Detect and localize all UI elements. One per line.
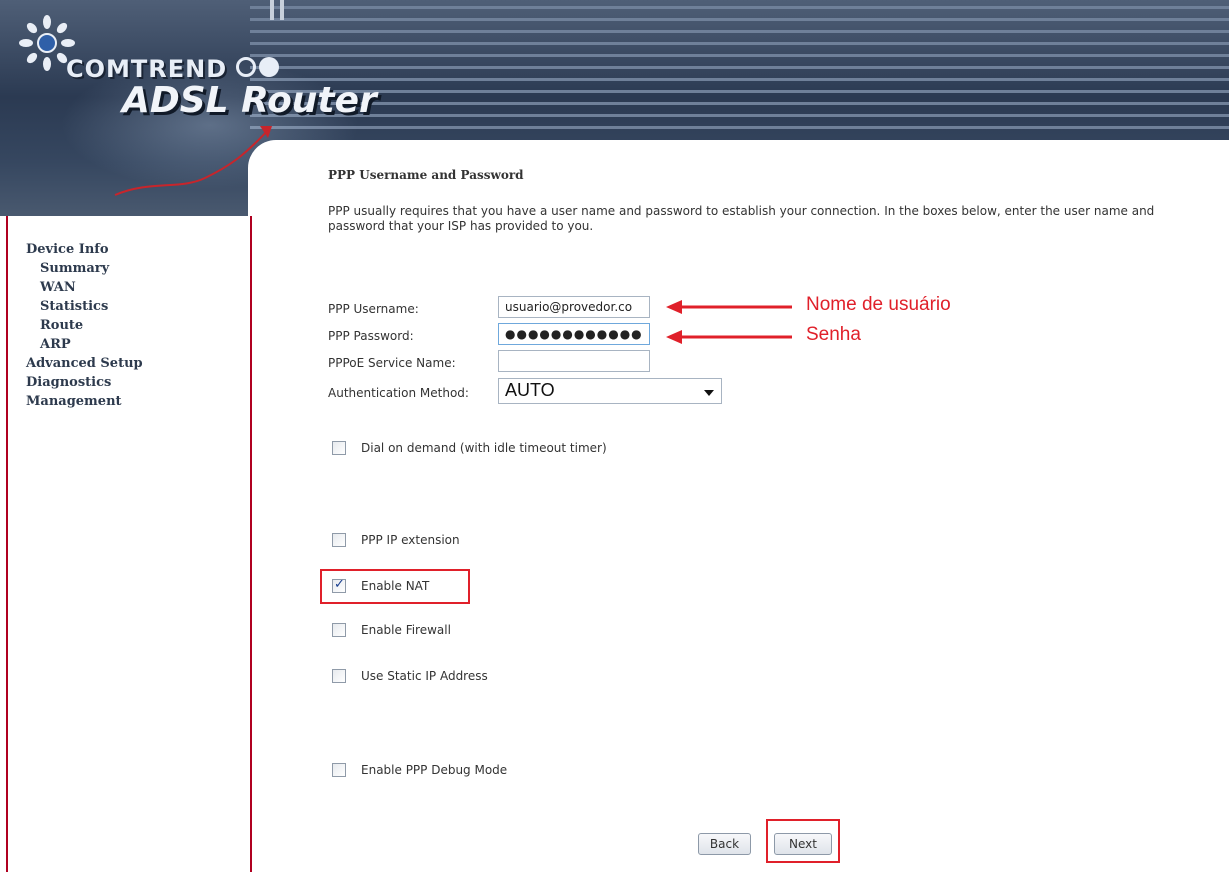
ppp-ip-extension-checkbox[interactable] [332,533,346,547]
enable-nat-checkbox[interactable] [332,577,346,593]
sidebar-item-advanced-setup[interactable]: Advanced Setup [26,354,143,373]
arrow-left-icon [666,300,792,314]
page-description: PPP usually requires that you have a use… [328,204,1155,233]
sidebar-item-diagnostics[interactable]: Diagnostics [26,373,143,392]
sidebar-item-arp[interactable]: ARP [26,335,143,354]
password-label: PPP Password: [328,329,414,343]
product-title: ADSL Router [122,80,377,121]
decor-bar [270,0,274,20]
username-label: PPP Username: [328,302,419,316]
page-title: PPP Username and Password [328,168,524,182]
enable-firewall-label: Enable Firewall [361,623,451,637]
password-annotation: Senha [806,324,861,345]
service-name-label: PPPoE Service Name: [328,356,456,370]
brand-logo-text: COMTREND [66,55,228,83]
sidebar-item-management[interactable]: Management [26,392,143,411]
auth-method-select[interactable]: AUTO [498,378,722,404]
arrow-left-icon [666,330,792,344]
ppp-debug-label: Enable PPP Debug Mode [361,763,508,777]
sidebar-item-summary[interactable]: Summary [26,259,143,278]
dial-on-demand-label: Dial on demand (with idle timeout timer) [361,441,607,455]
service-name-input[interactable] [498,350,650,372]
password-input[interactable]: ●●●●●●●●●●●● [498,323,650,345]
ppp-debug-checkbox[interactable] [332,763,346,777]
auth-method-label: Authentication Method: [328,386,469,400]
brand-dots [236,57,282,80]
dial-on-demand-checkbox[interactable] [332,441,346,455]
username-input[interactable]: usuario@provedor.co [498,296,650,318]
sidebar-item-statistics[interactable]: Statistics [26,297,143,316]
chevron-down-icon [704,390,714,396]
static-ip-checkbox[interactable] [332,669,346,683]
back-button[interactable]: Back [698,833,751,855]
sidebar-item-device-info[interactable]: Device Info [26,240,143,259]
ppp-ip-extension-label: PPP IP extension [361,533,460,547]
sidebar-item-wan[interactable]: WAN [26,278,143,297]
enable-nat-label: Enable NAT [361,579,430,593]
sidebar: Device Info Summary WAN Statistics Route… [6,216,252,872]
static-ip-label: Use Static IP Address [361,669,488,683]
decor-bar [280,0,284,20]
username-annotation: Nome de usuário [806,294,951,315]
enable-firewall-checkbox[interactable] [332,623,346,637]
auth-method-value: AUTO [505,380,555,400]
sidebar-item-route[interactable]: Route [26,316,143,335]
sidebar-nav: Device Info Summary WAN Statistics Route… [26,240,143,411]
next-button[interactable]: Next [774,833,832,855]
